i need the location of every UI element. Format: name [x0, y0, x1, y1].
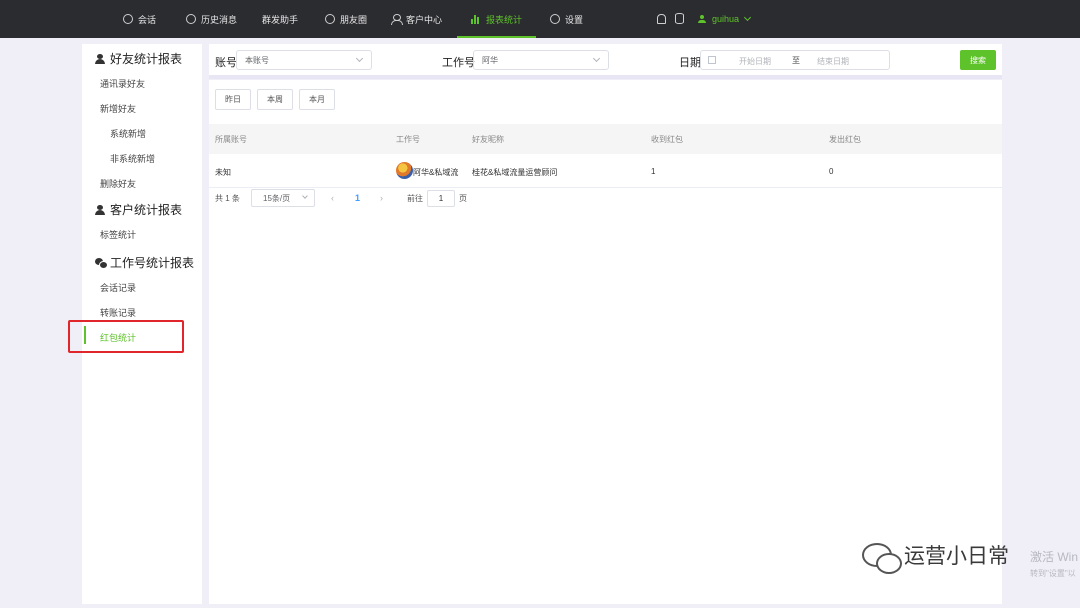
date-range-picker[interactable]: 开始日期 至 结束日期 [700, 50, 890, 70]
highlight-box [68, 320, 184, 353]
sidebar-section-customer-report: 客户统计报表 [95, 201, 182, 218]
current-page[interactable]: 1 [355, 193, 360, 203]
column-header-workno: 工作号 [396, 135, 420, 144]
page-size-select[interactable]: 15条/页 [251, 189, 315, 207]
date-separator: 至 [792, 56, 800, 65]
calendar-icon [708, 56, 716, 64]
nav-item-history[interactable]: 历史消息 [186, 0, 237, 38]
wechat-watermark: 运营小日常 [862, 540, 1009, 574]
activation-notice: 激活 Win [1030, 550, 1079, 564]
sidebar-section-workno-report: 工作号统计报表 [95, 254, 194, 271]
sidebar-item-transfer-records[interactable]: 转账记录 [100, 306, 136, 319]
bar-chart-icon [471, 14, 481, 24]
sidebar-item-contacts[interactable]: 通讯录好友 [100, 77, 145, 90]
yesterday-button[interactable]: 昨日 [215, 89, 251, 110]
user-menu[interactable]: guihua [698, 0, 752, 38]
column-header-sent: 发出红包 [829, 135, 861, 144]
gear-icon [550, 14, 560, 24]
sidebar-section-title: 客户统计报表 [110, 203, 183, 217]
top-nav-bar: 会话 历史消息 群发助手 朋友圈 客户中心 报表统计 设置 guihua [0, 0, 1080, 38]
column-header-received: 收到红包 [651, 135, 683, 144]
account-select-value: 本账号 [245, 55, 269, 65]
cell-account: 未知 [215, 168, 231, 177]
workno-select[interactable]: 阿华 [473, 50, 609, 70]
database-icon[interactable] [675, 13, 684, 24]
sidebar-item-chat-records[interactable]: 会话记录 [100, 281, 136, 294]
nav-item-moments[interactable]: 朋友圈 [325, 0, 367, 38]
nav-label-reports: 报表统计 [486, 14, 523, 25]
next-page-button[interactable]: › [380, 193, 383, 203]
cell-nickname: 桂花&私域流量运营顾问 [472, 168, 558, 177]
watermark-text: 运营小日常 [904, 545, 1009, 568]
avatar [396, 162, 413, 179]
workno-select-value: 阿华 [482, 55, 498, 65]
account-label: 账号 [215, 57, 237, 69]
goto-label: 前往 [407, 194, 423, 203]
sidebar-section-title: 工作号统计报表 [110, 256, 195, 270]
person-icon [95, 204, 105, 215]
this-week-button[interactable]: 本周 [257, 89, 293, 110]
nav-item-chat[interactable]: 会话 [123, 0, 156, 38]
sidebar-item-new-friends[interactable]: 新增好友 [100, 102, 136, 115]
this-month-button[interactable]: 本月 [299, 89, 335, 110]
date-end-input[interactable]: 结束日期 [817, 56, 849, 67]
date-label: 日期 [679, 57, 701, 69]
wechat-icon [95, 257, 108, 269]
person-icon [391, 14, 403, 25]
search-button[interactable]: 搜索 [960, 50, 996, 70]
sidebar-item-deleted-friends[interactable]: 删除好友 [100, 177, 136, 190]
nav-item-broadcast[interactable]: 群发助手 [262, 0, 298, 38]
cell-received: 1 [651, 167, 656, 176]
row-divider [209, 187, 1002, 188]
nav-label-customer-center: 客户中心 [406, 14, 443, 25]
nav-label-history: 历史消息 [201, 14, 238, 25]
activation-notice-detail: 转到"设置"以 [1030, 569, 1076, 578]
goto-page-input[interactable]: 1 [427, 190, 455, 207]
sidebar-item-system-new[interactable]: 系统新增 [110, 127, 146, 140]
person-icon [95, 53, 105, 64]
table-header [209, 124, 1002, 154]
sidebar-section-friend-report: 好友统计报表 [95, 50, 182, 67]
nav-item-reports[interactable]: 报表统计 [456, 0, 537, 38]
chat-icon [123, 14, 133, 24]
cell-workno: 阿华&私域流 [413, 168, 459, 177]
account-select[interactable]: 本账号 [236, 50, 372, 70]
main-panel [209, 80, 1002, 604]
date-start-input[interactable]: 开始日期 [739, 56, 771, 67]
filter-divider [209, 75, 1002, 79]
prev-page-button[interactable]: ‹ [331, 193, 334, 203]
nav-item-settings[interactable]: 设置 [550, 0, 583, 38]
bell-icon[interactable] [657, 14, 666, 24]
chevron-down-icon [355, 54, 364, 63]
moments-icon [325, 14, 335, 24]
sidebar-section-title: 好友统计报表 [110, 52, 183, 66]
user-icon [698, 15, 706, 23]
chevron-down-icon [743, 13, 752, 22]
sidebar-item-non-system-new[interactable]: 非系统新增 [110, 152, 155, 165]
page-unit-label: 页 [459, 194, 467, 203]
cell-sent: 0 [829, 167, 834, 176]
chevron-down-icon [302, 193, 308, 199]
workno-label: 工作号 [442, 57, 475, 69]
username: guihua [712, 14, 740, 24]
wechat-logo-icon [862, 543, 902, 574]
nav-label-moments: 朋友圈 [340, 14, 368, 25]
clock-icon [186, 14, 196, 24]
column-header-account: 所属账号 [215, 135, 247, 144]
column-header-nickname: 好友昵称 [472, 135, 504, 144]
nav-label-chat: 会话 [138, 14, 157, 25]
nav-label-broadcast: 群发助手 [262, 14, 299, 25]
chevron-down-icon [592, 54, 601, 63]
nav-item-customer-center[interactable]: 客户中心 [391, 0, 442, 38]
nav-label-settings: 设置 [565, 14, 584, 25]
sidebar-item-tag-stats[interactable]: 标签统计 [100, 228, 136, 241]
pagination-total: 共 1 条 [215, 194, 240, 203]
page-size-value: 15条/页 [263, 193, 291, 203]
